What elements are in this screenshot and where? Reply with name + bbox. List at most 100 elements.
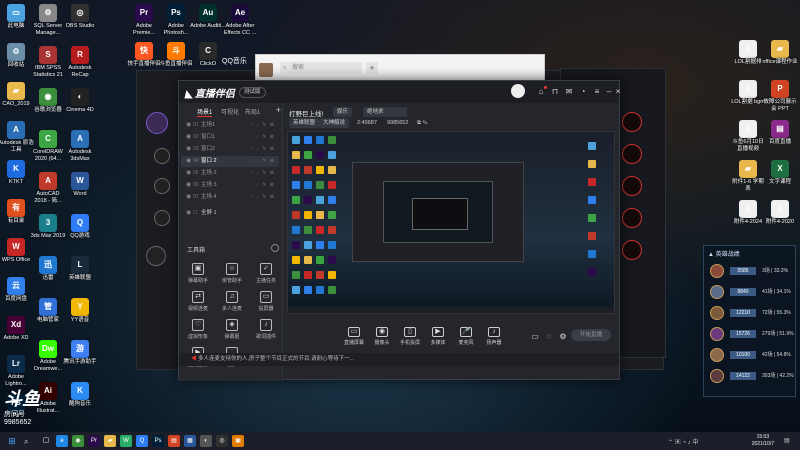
file-explorer-icon[interactable]: ▰ <box>104 435 116 447</box>
lol-hero-avatar[interactable] <box>154 178 170 194</box>
desktop-icon[interactable]: P 故障公司展示会 PPT <box>762 80 798 112</box>
desktop-icon[interactable]: ▰ 附件1-6 学期表 <box>730 160 766 192</box>
edge-icon[interactable]: e <box>56 435 68 447</box>
scene-actions[interactable]: ↑ ↓ ✎ ⊗ <box>250 132 275 143</box>
desktop-icon[interactable]: ▯ 斗鱼6月10日直播视频 <box>730 120 766 152</box>
lol-ban-slot[interactable] <box>622 240 642 260</box>
lol-ban-slot[interactable] <box>622 144 642 164</box>
live-companion-window[interactable]: ◣ 直播伴侣 测试版 ⌂ ⊓ ✉ ◔ ≡ – × 场景1 可视化 布局1 + ◉ 0… <box>178 80 620 381</box>
scene-item[interactable]: ◉ 03 窗口2 ↑ ↓ ✎ ⊗ <box>181 144 279 155</box>
close-icon[interactable]: × <box>612 86 624 98</box>
desktop-icon[interactable]: X 文字课程 <box>762 160 798 186</box>
desktop-icon[interactable]: K 酷狗音乐 <box>62 382 98 408</box>
eye-icon[interactable]: ◉ <box>186 192 191 203</box>
clock[interactable]: 15:03 2021/10/7 <box>752 434 774 448</box>
game-category-pill[interactable]: 英雄联盟 <box>289 118 320 128</box>
tab-visual[interactable]: 可视化 <box>221 107 239 116</box>
desktop-icon[interactable]: W Word <box>62 172 98 198</box>
desktop-icon[interactable]: S IBM SPSS Statistics 21 <box>30 46 66 78</box>
tool-item[interactable]: ▣ 弹幕助手 <box>183 263 213 284</box>
tag-pill[interactable]: 大神解说 <box>319 118 350 128</box>
desktop-icon[interactable]: A AutoCAD 2018 - 简... <box>30 172 66 204</box>
hero-stat-row[interactable]: 14122 303场 | 42.2% <box>708 367 794 385</box>
qq-icon[interactable]: Q <box>136 435 148 447</box>
gift-icon[interactable]: ⌂ <box>535 86 547 98</box>
desktop-icon[interactable]: W WPS Office <box>0 238 34 264</box>
hero-stat-row[interactable]: 12210 72场 | 55.3% <box>708 304 794 322</box>
scene-actions[interactable]: ↑ ↓ ✎ ⊗ <box>250 144 275 155</box>
eye-icon[interactable]: ◉ <box>186 120 191 131</box>
desktop-icon[interactable]: Xd Adobe XD <box>0 316 34 342</box>
eye-icon[interactable]: ◉ <box>186 180 191 191</box>
copy-icon[interactable]: ⧉ ✎ <box>417 120 427 127</box>
desktop-icon[interactable]: 快快手直播伴侣 <box>126 42 162 68</box>
version-badge[interactable]: 测试版 <box>239 87 266 98</box>
desktop-icon[interactable]: ▰ office课程作业 <box>762 40 798 66</box>
desktop-icon[interactable]: Ae Adobe After Effects CC ... <box>222 4 258 36</box>
hero-stat-row[interactable]: 5585 3场 | 33.3% <box>708 262 794 280</box>
lol-hero-avatar[interactable] <box>154 148 170 164</box>
eye-icon[interactable]: ◉ <box>186 208 191 219</box>
tool-item[interactable]: ♫ 多人连麦 <box>217 291 247 312</box>
tool-item[interactable]: ♡ 虚拟形象 <box>183 319 213 340</box>
eye-icon[interactable]: ◌ <box>543 331 555 343</box>
desktop-icon[interactable]: ◎ OBS Studio <box>62 4 98 30</box>
tool-item[interactable]: ▭ 投屏器 <box>251 291 281 312</box>
task-view-icon[interactable]: ▢ <box>40 435 52 447</box>
tab-layout[interactable]: 布局1 <box>245 107 260 116</box>
desktop-icon[interactable]: ◐ Cinema 4D <box>62 88 98 114</box>
category-pill[interactable]: 娱乐 <box>333 107 353 117</box>
tool-item[interactable]: ♪ 歌词插件 <box>251 319 281 340</box>
eye-icon[interactable]: ◉ <box>186 132 191 143</box>
premiere-icon[interactable]: Pr <box>88 435 100 447</box>
game-pill[interactable]: 绝地求 <box>363 107 407 117</box>
desktop-icon[interactable]: ♲ 回收站 <box>0 43 34 69</box>
scene-item[interactable]: ◉ 04 窗口 2 ↑ ↓ ✎ ⊗ <box>181 156 279 167</box>
desktop-icon[interactable]: ⚙ SQL Server Manage... <box>30 4 66 36</box>
windows-start-icon[interactable]: ⊞ <box>6 435 18 447</box>
photoshop-icon[interactable]: Ps <box>152 435 164 447</box>
tray-icons[interactable]: ⌃ ▣ ◔ ♪ 中 <box>668 437 698 446</box>
desktop-icon[interactable]: ◉ 谷歌浏览器 <box>30 88 66 114</box>
desktop-icon[interactable]: Y YY语音 <box>62 298 98 324</box>
scene-item[interactable]: ◉ 05 主场 2 ↑ ↓ ✎ ⊗ <box>181 168 279 179</box>
eye-icon[interactable]: ◉ <box>186 156 191 167</box>
desktop-icon[interactable]: ▰ CAO_2019 <box>0 82 34 108</box>
lol-ban-slot[interactable] <box>622 176 642 196</box>
lol-hero-avatar[interactable] <box>154 210 170 226</box>
desktop-icon[interactable]: L 英雄联盟 <box>62 256 98 282</box>
scene-item[interactable]: ◉ 07 主场 4 ↑ ↓ ✎ ⊗ <box>181 192 279 203</box>
scene-actions[interactable]: ↑ ↓ ✎ ⊗ <box>250 120 275 131</box>
desktop-icon[interactable]: Pr Adobe Premie... <box>126 4 162 36</box>
scene-checkbox[interactable]: ☐ <box>193 208 197 219</box>
wechat-window[interactable]: ⌕ 搜索 + <box>255 54 545 82</box>
scene-item[interactable]: ◉ 01 主场1 ↑ ↓ ✎ ⊗ <box>181 120 279 131</box>
settings-icon[interactable]: ⚙ <box>557 331 569 343</box>
bell-icon[interactable]: ◔ <box>577 86 589 98</box>
tool-item[interactable]: ⇄ 视频连麦 <box>183 291 213 312</box>
scene-item[interactable]: ◉ 02 窗口1 ↑ ↓ ✎ ⊗ <box>181 132 279 143</box>
tab-scene[interactable]: 场景1 <box>197 107 213 117</box>
desktop-icon[interactable]: R Autodesk ReCap <box>62 46 98 78</box>
tool-item[interactable]: ✓ 主播任务 <box>251 263 281 284</box>
desktop-icon[interactable]: A Autodesk 3dsMax <box>62 130 98 162</box>
app-icon[interactable]: ▤ <box>168 435 180 447</box>
search-input[interactable]: ⌕ 搜索 <box>280 62 362 74</box>
notification-icon[interactable]: ▤ <box>784 437 790 444</box>
qq-music-label[interactable]: QQ音乐 <box>222 56 247 66</box>
user-avatar[interactable] <box>511 84 525 98</box>
hero-stat-row[interactable]: 10100 42场 | 54.8% <box>708 346 794 364</box>
scene-item-selected[interactable]: ◉ ☐ 全屏 1 <box>181 208 279 219</box>
camera-icon[interactable]: ▭ <box>529 331 541 343</box>
lol-ban-slot[interactable] <box>622 208 642 228</box>
lol-hero-avatar[interactable] <box>146 112 168 134</box>
desktop-icon[interactable]: Q QQ游戏 <box>62 214 98 240</box>
desktop-icon[interactable]: ▯ LOL割据 bgm <box>730 80 766 106</box>
hero-stat-row[interactable]: 15726 279场 | 51.9% <box>708 325 794 343</box>
desktop-icon[interactable]: K KTKT <box>0 160 34 186</box>
tool-item[interactable]: ◈ 弹幕姬 <box>217 319 247 340</box>
live-companion-icon[interactable]: ▣ <box>232 435 244 447</box>
start-live-button[interactable]: 开始直播 <box>571 329 611 341</box>
desktop-icon[interactable]: C ClickO <box>190 42 226 68</box>
lol-ban-slot[interactable] <box>622 112 642 132</box>
